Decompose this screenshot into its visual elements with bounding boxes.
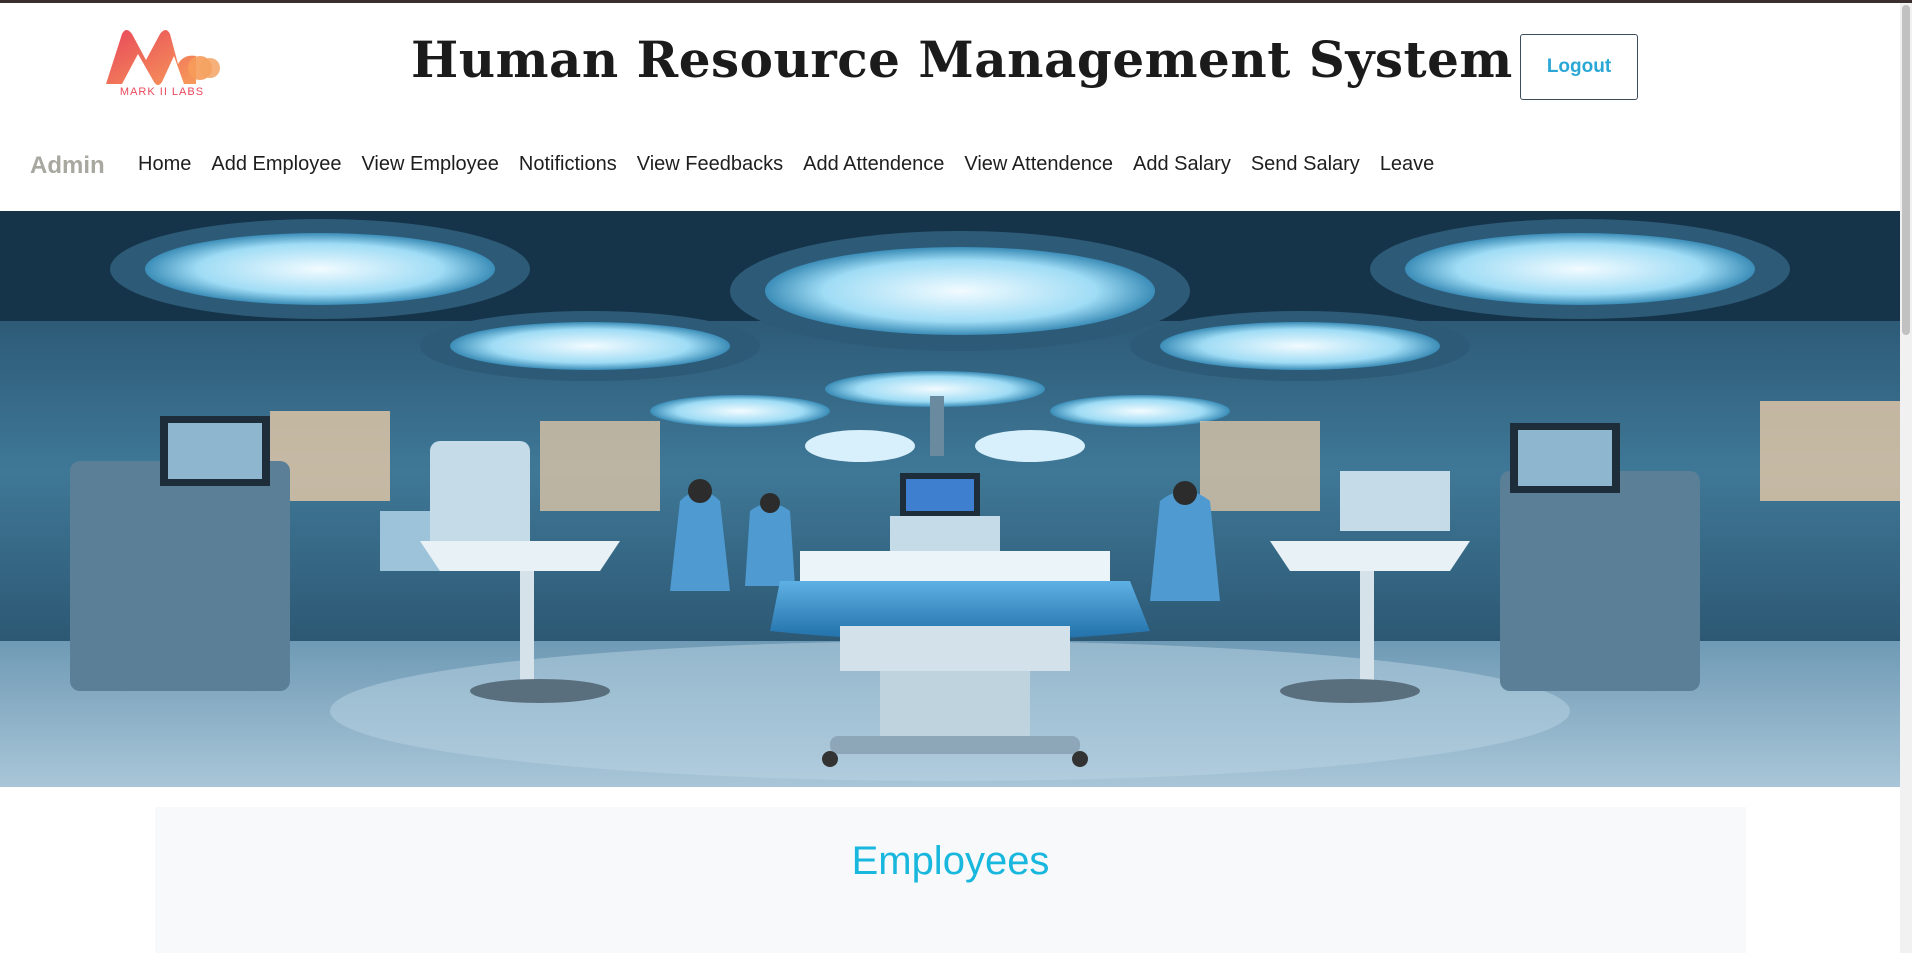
nav-item-add-attendance[interactable]: Add Attendence	[793, 153, 954, 176]
nav-item-view-employee[interactable]: View Employee	[351, 153, 508, 176]
navbar-brand[interactable]: Admin	[30, 152, 105, 180]
mark-ii-labs-logo[interactable]: MARK II LABS	[104, 26, 220, 102]
nav-item-home[interactable]: Home	[138, 153, 201, 176]
nav-item-notifications[interactable]: Notifictions	[509, 153, 627, 176]
nav-item-leave[interactable]: Leave	[1370, 153, 1445, 176]
nav-item-view-feedbacks[interactable]: View Feedbacks	[627, 153, 793, 176]
scrollbar-thumb[interactable]	[1902, 5, 1910, 335]
page-scrollbar[interactable]	[1900, 3, 1912, 953]
operating-room-illustration	[0, 211, 1900, 787]
section-title: Employees	[851, 839, 1050, 883]
hero-image	[0, 211, 1900, 787]
nav-item-add-salary[interactable]: Add Salary	[1123, 153, 1241, 176]
window-top-border	[0, 0, 1912, 3]
logo-mark-icon	[106, 30, 220, 85]
app-title: Human Resource Management System	[411, 30, 1513, 89]
nav-item-view-attendance[interactable]: View Attendence	[954, 153, 1123, 176]
employees-panel: Employees	[155, 807, 1746, 953]
logout-button[interactable]: Logout	[1520, 34, 1638, 100]
nav-item-add-employee[interactable]: Add Employee	[201, 153, 351, 176]
nav-item-send-salary[interactable]: Send Salary	[1241, 153, 1370, 176]
main-nav: Home Add Employee View Employee Notifict…	[138, 153, 1444, 176]
logo-text: MARK II LABS	[119, 86, 205, 98]
